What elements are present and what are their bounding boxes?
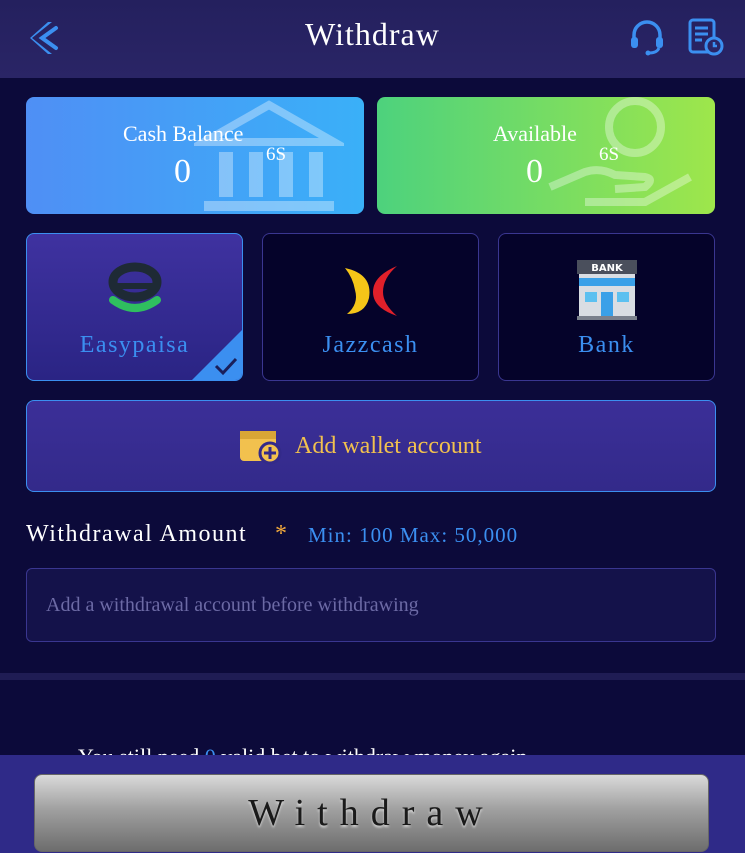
method-easypaisa[interactable]: Easypaisa <box>26 233 243 381</box>
add-wallet-label: Add wallet account <box>295 433 482 459</box>
withdrawal-amount-input[interactable] <box>26 568 716 642</box>
cash-balance-value: 0 <box>174 153 191 190</box>
withdrawal-amount-label: Withdrawal Amount <box>26 521 248 547</box>
bank-building-icon: BANK <box>576 260 637 320</box>
method-bank[interactable]: BANK Bank <box>498 233 715 381</box>
selected-check-icon <box>192 330 242 380</box>
cash-balance-label: Cash Balance <box>123 121 244 146</box>
available-label: Available <box>493 121 577 146</box>
jazzcash-logo-icon <box>344 266 397 316</box>
bank-sign-text: BANK <box>591 263 624 274</box>
customer-support-headset-icon[interactable] <box>627 17 667 57</box>
required-marker: * <box>275 521 287 547</box>
cash-balance-unit: 6S <box>266 144 287 165</box>
add-wallet-account-button[interactable]: Add wallet account <box>26 400 716 492</box>
withdraw-history-icon[interactable] <box>686 17 726 57</box>
wallet-plus-icon <box>240 431 282 465</box>
hand-coin-icon <box>548 97 692 206</box>
available-unit: 6S <box>599 144 620 165</box>
cash-balance-card: Cash Balance 0 6S <box>26 97 364 214</box>
method-jazzcash-label: Jazzcash <box>322 332 419 358</box>
top-bar: Withdraw <box>0 0 745 78</box>
available-value: 0 <box>526 153 543 190</box>
method-jazzcash[interactable]: Jazzcash <box>262 233 479 381</box>
available-balance-card: Available 0 6S <box>377 97 715 214</box>
section-divider <box>0 673 745 680</box>
amount-limits: Min: 100 Max: 50,000 <box>308 523 519 547</box>
withdraw-submit-button[interactable]: Withdraw <box>34 774 709 852</box>
method-bank-label: Bank <box>578 332 635 358</box>
easypaisa-logo-icon <box>108 262 161 312</box>
